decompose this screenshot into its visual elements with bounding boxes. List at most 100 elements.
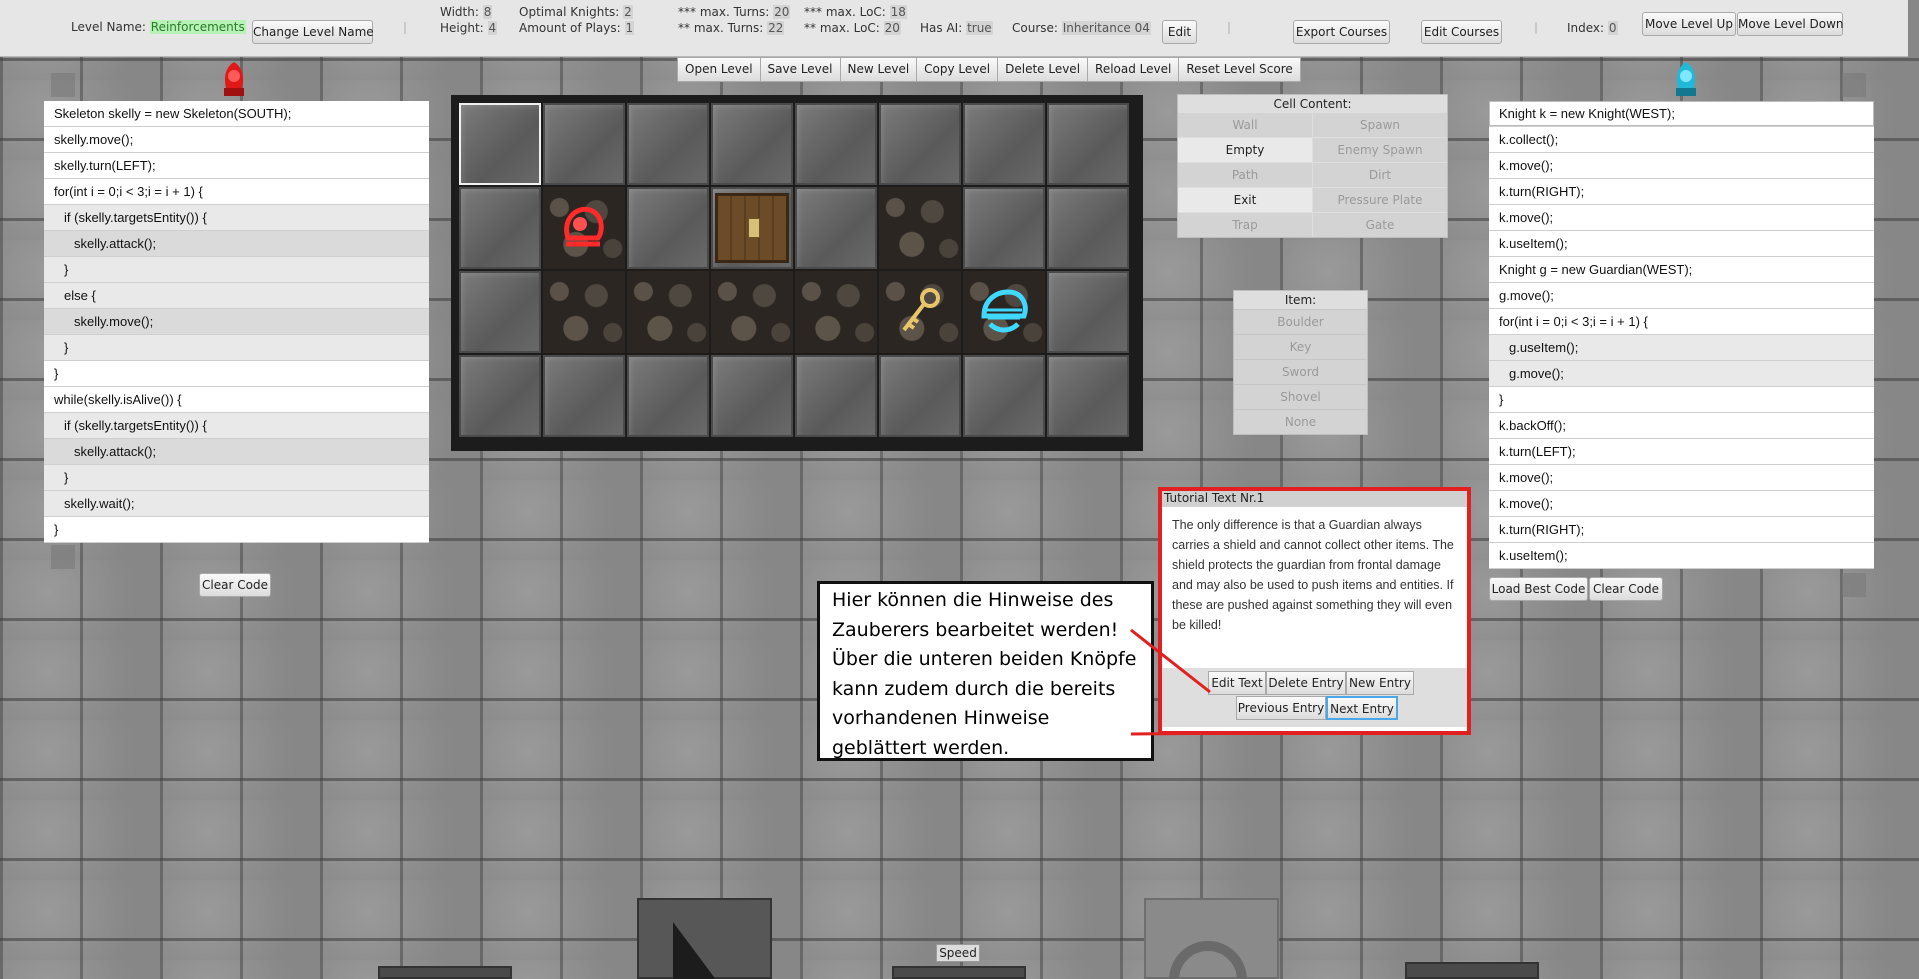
code-line[interactable]: skelly.wait(); bbox=[44, 491, 429, 517]
new-entry-button[interactable]: New Entry bbox=[1346, 671, 1414, 695]
board-cell[interactable] bbox=[543, 355, 625, 437]
cell-option-dirt[interactable]: Dirt bbox=[1313, 163, 1447, 187]
board-cell[interactable] bbox=[627, 103, 709, 185]
reset-level-score-button[interactable]: Reset Level Score bbox=[1178, 57, 1301, 82]
board-cell[interactable] bbox=[543, 103, 625, 185]
board-cell[interactable] bbox=[1047, 187, 1129, 269]
board-cell[interactable] bbox=[879, 271, 961, 353]
board-cell[interactable] bbox=[1047, 103, 1129, 185]
board-cell[interactable] bbox=[711, 271, 793, 353]
cell-option-trap[interactable]: Trap bbox=[1178, 213, 1312, 237]
board-cell[interactable] bbox=[627, 187, 709, 269]
board-cell[interactable] bbox=[711, 187, 793, 269]
code-line[interactable]: g.useItem(); bbox=[1489, 335, 1874, 361]
cell-option-path[interactable]: Path bbox=[1178, 163, 1312, 187]
save-level-button[interactable]: Save Level bbox=[759, 57, 841, 82]
code-line[interactable]: skelly.turn(LEFT); bbox=[44, 153, 429, 179]
code-line[interactable]: k.move(); bbox=[1489, 153, 1874, 179]
code-line[interactable]: k.useItem(); bbox=[1489, 543, 1874, 569]
code-line[interactable]: if (skelly.targetsEntity()) { bbox=[44, 413, 429, 439]
delete-entry-button[interactable]: Delete Entry bbox=[1266, 671, 1346, 695]
board-cell[interactable] bbox=[459, 271, 541, 353]
move-level-down-button[interactable]: Move Level Down bbox=[1737, 12, 1844, 36]
code-line[interactable]: } bbox=[44, 257, 429, 283]
code-line[interactable]: k.backOff(); bbox=[1489, 413, 1874, 439]
board-cell[interactable] bbox=[1047, 355, 1129, 437]
code-line[interactable]: g.move(); bbox=[1489, 361, 1874, 387]
cell-option-empty[interactable]: Empty bbox=[1178, 138, 1312, 162]
board-cell[interactable] bbox=[627, 355, 709, 437]
clear-code-right-button[interactable]: Clear Code bbox=[1589, 577, 1663, 601]
reload-level-button[interactable]: Reload Level bbox=[1087, 57, 1180, 82]
code-line[interactable]: for(int i = 0;i < 3;i = i + 1) { bbox=[44, 179, 429, 205]
board-cell[interactable] bbox=[1047, 271, 1129, 353]
code-line[interactable]: } bbox=[44, 335, 429, 361]
code-line[interactable]: } bbox=[44, 517, 429, 543]
board-cell[interactable] bbox=[627, 271, 709, 353]
board-cell[interactable] bbox=[795, 355, 877, 437]
code-line[interactable]: while(skelly.isAlive()) { bbox=[44, 387, 429, 413]
code-line[interactable]: k.turn(LEFT); bbox=[1489, 439, 1874, 465]
board-cell[interactable] bbox=[963, 103, 1045, 185]
scroll-down-handle[interactable] bbox=[51, 545, 75, 569]
reset-button[interactable] bbox=[1144, 898, 1279, 979]
next-entry-button[interactable]: Next Entry bbox=[1326, 696, 1398, 720]
speed-slider[interactable] bbox=[892, 966, 1026, 979]
code-line[interactable]: for(int i = 0;i < 3;i = i + 1) { bbox=[1489, 309, 1874, 335]
cell-option-spawn[interactable]: Spawn bbox=[1313, 113, 1447, 137]
cell-option-exit[interactable]: Exit bbox=[1178, 188, 1312, 212]
item-option-key[interactable]: Key bbox=[1234, 334, 1367, 359]
new-level-button[interactable]: New Level bbox=[839, 57, 918, 82]
board-cell[interactable] bbox=[711, 103, 793, 185]
code-line[interactable]: } bbox=[44, 465, 429, 491]
load-best-code-button[interactable]: Load Best Code bbox=[1489, 577, 1588, 601]
board-cell[interactable] bbox=[879, 187, 961, 269]
board-cell[interactable] bbox=[963, 355, 1045, 437]
code-line[interactable]: k.collect(); bbox=[1489, 127, 1874, 153]
copy-level-button[interactable]: Copy Level bbox=[916, 57, 999, 82]
board-cell[interactable] bbox=[795, 187, 877, 269]
board-cell[interactable] bbox=[543, 271, 625, 353]
code-line[interactable]: k.move(); bbox=[1489, 491, 1874, 517]
cell-option-wall[interactable]: Wall bbox=[1178, 113, 1312, 137]
edit-course-button[interactable]: Edit bbox=[1162, 20, 1197, 44]
board-cell[interactable] bbox=[879, 103, 961, 185]
stop-button[interactable] bbox=[1405, 962, 1539, 979]
board-cell[interactable] bbox=[459, 355, 541, 437]
scroll-up-handle[interactable] bbox=[51, 73, 75, 97]
code-line[interactable]: else { bbox=[44, 283, 429, 309]
step-back-button[interactable] bbox=[378, 966, 512, 979]
board-cell[interactable] bbox=[459, 103, 541, 185]
code-line[interactable]: Knight g = new Guardian(WEST); bbox=[1489, 257, 1874, 283]
item-option-shovel[interactable]: Shovel bbox=[1234, 384, 1367, 409]
change-level-name-button[interactable]: Change Level Name bbox=[252, 20, 374, 44]
code-line[interactable]: k.move(); bbox=[1489, 205, 1874, 231]
board-cell[interactable] bbox=[963, 271, 1045, 353]
move-level-up-button[interactable]: Move Level Up bbox=[1642, 12, 1736, 36]
ai-code-editor[interactable]: Skeleton skelly = new Skeleton(SOUTH); sk… bbox=[44, 101, 429, 543]
board-cell[interactable] bbox=[963, 187, 1045, 269]
item-option-none[interactable]: None bbox=[1234, 409, 1367, 434]
cell-option-gate[interactable]: Gate bbox=[1313, 213, 1447, 237]
code-line[interactable]: skelly.attack(); bbox=[44, 439, 429, 465]
item-option-boulder[interactable]: Boulder bbox=[1234, 309, 1367, 334]
board-cell[interactable] bbox=[795, 103, 877, 185]
code-line[interactable]: k.turn(RIGHT); bbox=[1489, 179, 1874, 205]
board-cell[interactable] bbox=[543, 187, 625, 269]
code-line[interactable]: k.useItem(); bbox=[1489, 231, 1874, 257]
code-line[interactable]: skelly.move(); bbox=[44, 127, 429, 153]
scroll-up-handle-right[interactable] bbox=[1842, 73, 1866, 97]
player-code-editor[interactable]: Knight k = new Knight(WEST); k.collect();… bbox=[1489, 101, 1874, 569]
code-line[interactable]: skelly.attack(); bbox=[44, 231, 429, 257]
delete-level-button[interactable]: Delete Level bbox=[997, 57, 1089, 82]
scroll-down-handle-right[interactable] bbox=[1842, 573, 1866, 597]
board-cell[interactable] bbox=[879, 355, 961, 437]
code-line[interactable]: k.turn(RIGHT); bbox=[1489, 517, 1874, 543]
code-line[interactable]: } bbox=[1489, 387, 1874, 413]
open-level-button[interactable]: Open Level bbox=[677, 57, 761, 82]
code-line[interactable]: g.move(); bbox=[1489, 283, 1874, 309]
export-courses-button[interactable]: Export Courses bbox=[1293, 20, 1390, 44]
code-line[interactable]: if (skelly.targetsEntity()) { bbox=[44, 205, 429, 231]
code-line[interactable]: } bbox=[44, 361, 429, 387]
code-line[interactable]: Knight k = new Knight(WEST); bbox=[1489, 101, 1874, 127]
